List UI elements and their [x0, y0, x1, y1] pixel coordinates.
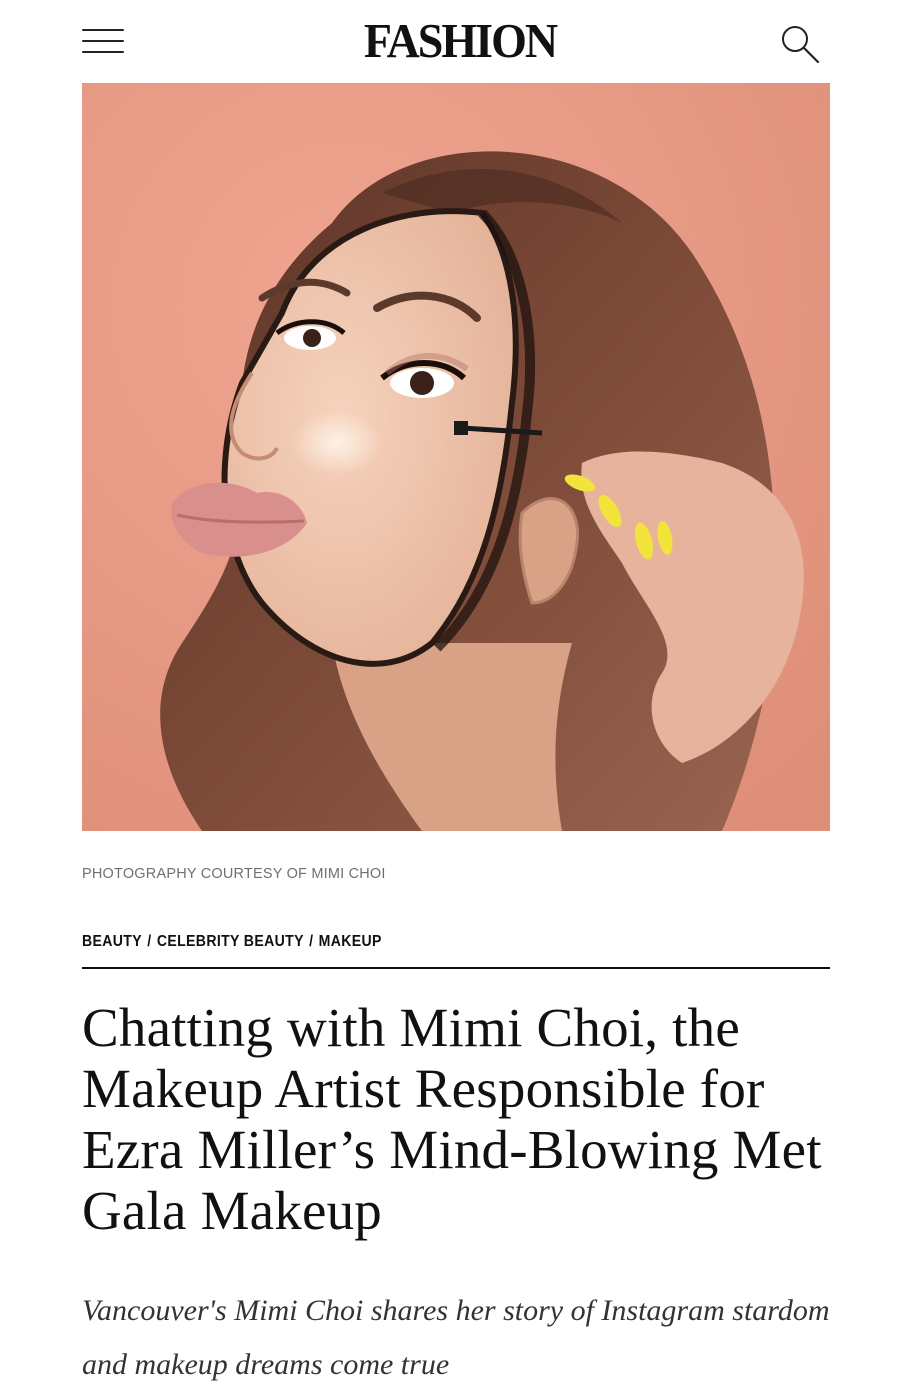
breadcrumb-separator: /	[309, 933, 314, 950]
hero-image	[82, 83, 830, 831]
breadcrumb-beauty[interactable]: BEAUTY	[82, 933, 142, 950]
article-headline: Chatting with Mimi Choi, the Makeup Arti…	[82, 997, 822, 1241]
photo-credit: PHOTOGRAPHY COURTESY OF MIMI CHOI	[82, 866, 386, 882]
site-header: FASHION	[0, 0, 920, 82]
breadcrumb-celebrity-beauty[interactable]: CELEBRITY BEAUTY	[157, 933, 304, 950]
search-icon[interactable]	[778, 22, 820, 64]
breadcrumb-makeup[interactable]: MAKEUP	[319, 933, 382, 950]
article-dek: Vancouver's Mimi Choi shares her story o…	[82, 1294, 830, 1381]
breadcrumb: BEAUTY / CELEBRITY BEAUTY / MAKEUP	[82, 933, 382, 951]
breadcrumb-separator: /	[147, 933, 152, 950]
breadcrumb-divider	[82, 967, 830, 969]
